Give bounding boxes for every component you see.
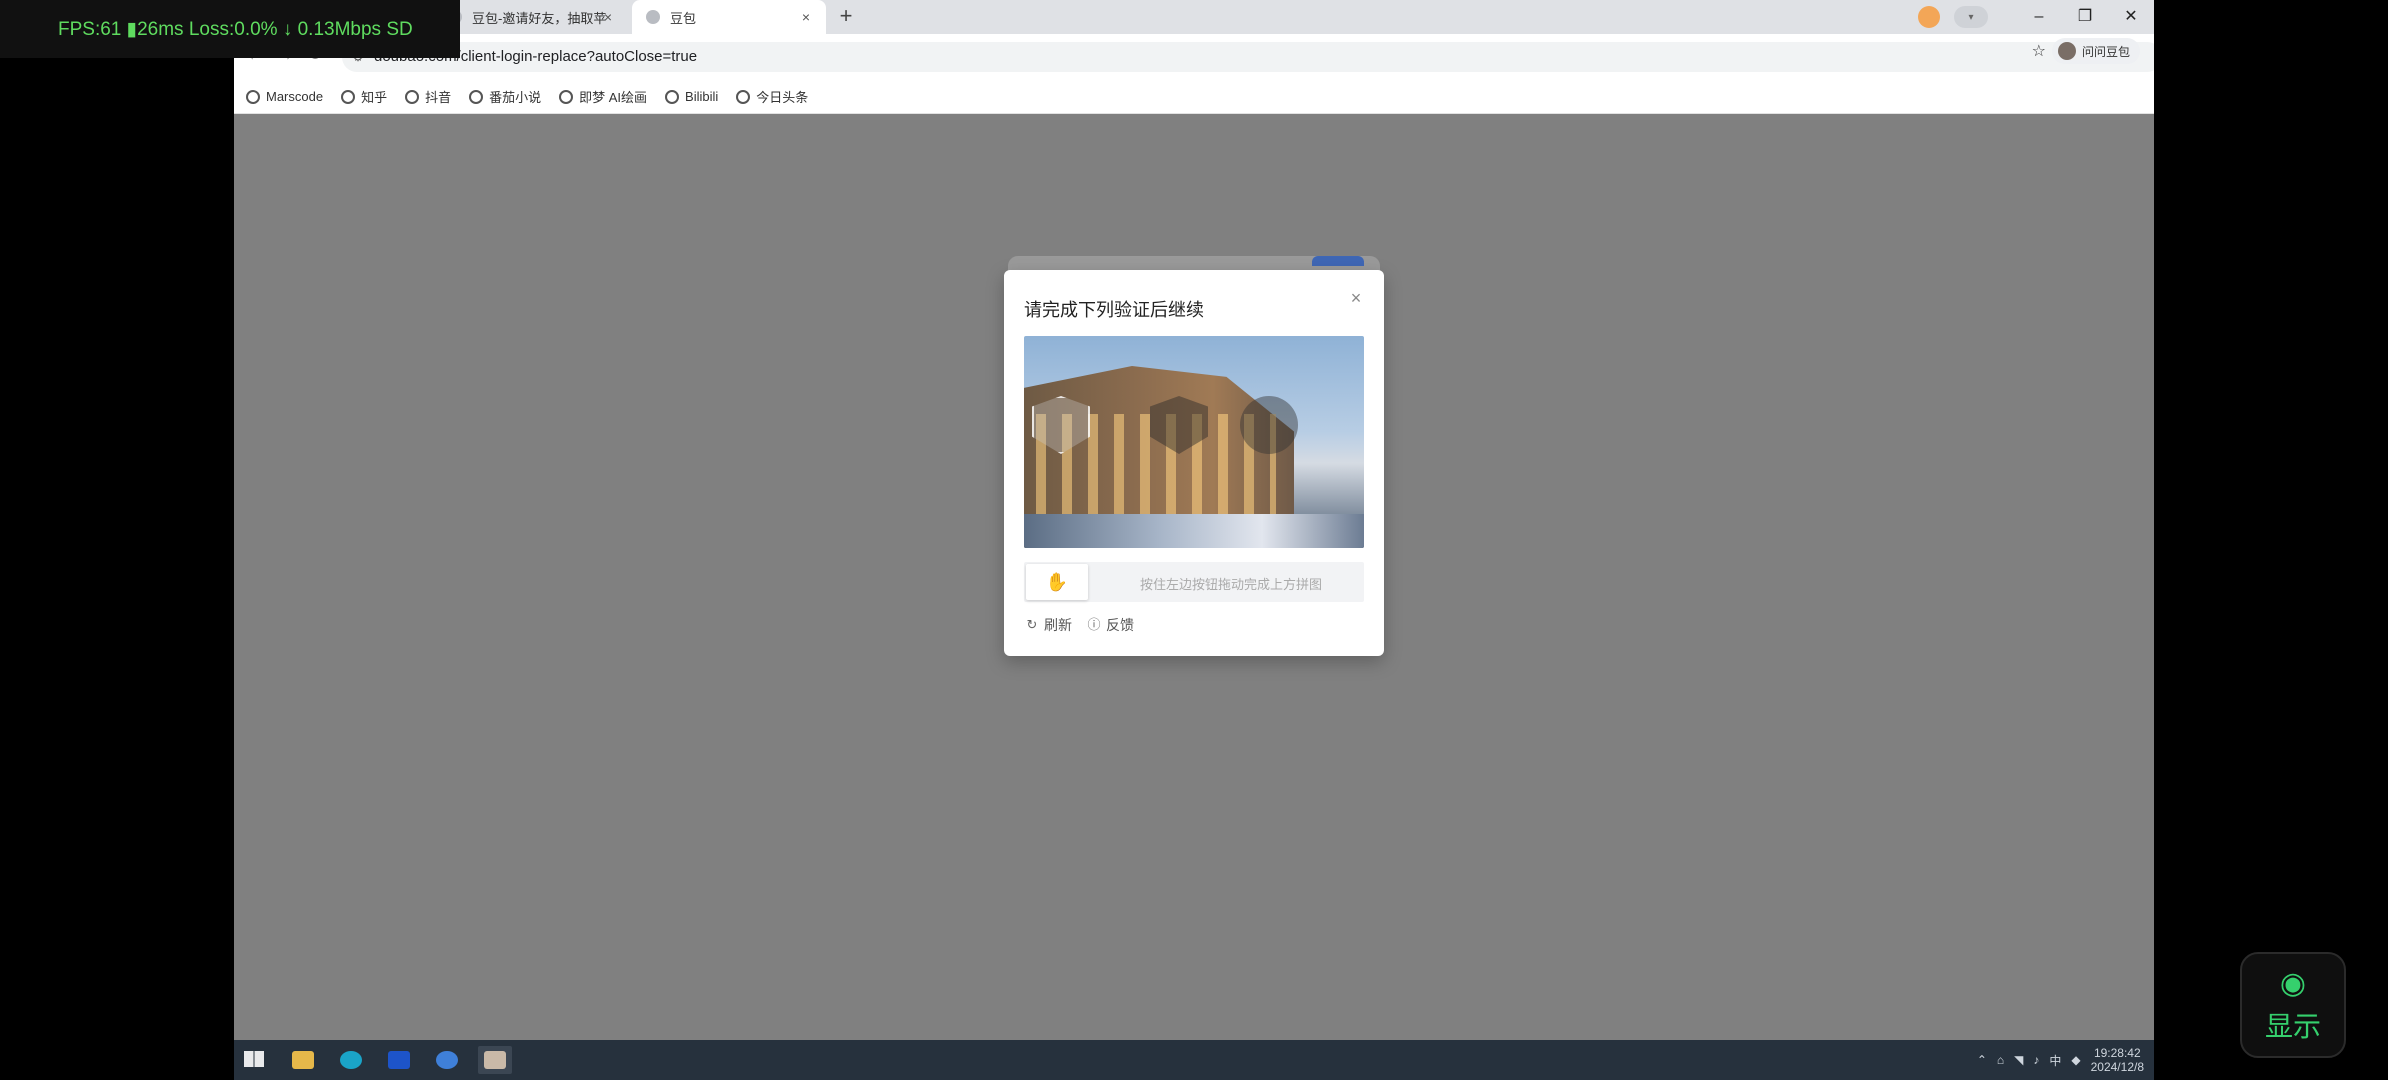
- globe-icon: [246, 89, 260, 104]
- stats-text: FPS:61 ▮26ms Loss:0.0% ↓ 0.13Mbps SD: [58, 18, 413, 40]
- refresh-label: 刷新: [1044, 617, 1072, 633]
- tab-strip: 首页 豆包-邀请好友，抽取苹 × 豆包 × + ▾ – ❐ ✕: [234, 0, 2154, 34]
- bookmark-item[interactable]: 抖音: [405, 87, 451, 106]
- close-window-button[interactable]: ✕: [2108, 0, 2154, 34]
- clock-time: 19:28:42: [2093, 1046, 2141, 1060]
- info-icon: ⓘ: [1087, 617, 1101, 632]
- minimize-button[interactable]: –: [2016, 0, 2062, 34]
- volume-icon[interactable]: ♪: [2033, 1053, 2039, 1067]
- bookmark-item[interactable]: 即梦 AI绘画: [559, 87, 647, 106]
- captcha-slider-track[interactable]: ✋ 按住左边按钮拖动完成上方拼图: [1024, 562, 1364, 602]
- refresh-icon: ↻: [1026, 617, 1038, 632]
- globe-icon: [736, 89, 751, 104]
- puzzle-image: [1024, 336, 1364, 548]
- slider-handle[interactable]: ✋: [1026, 564, 1088, 600]
- window-controls: ▾ – ❐ ✕: [1918, 0, 2154, 34]
- globe-icon: [469, 89, 484, 104]
- road-image: [1024, 514, 1364, 548]
- new-tab-button[interactable]: +: [834, 5, 858, 29]
- bookmarks-bar: Marscode 知乎 抖音 番茄小说 即梦 AI绘画 Bilibili 今日头…: [234, 80, 2154, 114]
- chevron-up-icon[interactable]: ⌃: [1977, 1053, 1987, 1067]
- globe-icon: [665, 89, 680, 104]
- modal-actions: ↻ 刷新 ⓘ 反馈: [1024, 615, 1134, 635]
- app-button[interactable]: [430, 1046, 464, 1074]
- round-app-icon: [436, 1051, 458, 1069]
- tab-close-icon[interactable]: ×: [600, 9, 616, 25]
- browser-toolbar: ← → ↻ ⚙ doubao.com/client-login-replace?…: [234, 34, 2154, 80]
- windows-taskbar: ⌃ ⌂ ◥ ♪ 中 ◆ 19:28:42 2024/12/8: [234, 1040, 2154, 1080]
- tab-close-icon[interactable]: ×: [798, 9, 814, 25]
- tab-label: 豆包-邀请好友，抽取苹: [472, 10, 607, 26]
- bookmark-item[interactable]: 知乎: [341, 87, 387, 106]
- bookmark-item[interactable]: Marscode: [246, 89, 323, 104]
- puzzle-decoy-shadow: [1240, 396, 1298, 454]
- captcha-modal: 请完成下列验证后继续 × ✋ 按住左边按钮拖动完成上方拼图 ↻ 刷新 ⓘ 反馈: [1004, 270, 1384, 656]
- doubao-taskbar-button[interactable]: [478, 1046, 512, 1074]
- modal-title: 请完成下列验证后继续: [1024, 300, 1204, 320]
- hidden-card-accent: [1312, 256, 1364, 266]
- tab-doubao[interactable]: 豆包 ×: [632, 0, 826, 34]
- clock-date: 2024/12/8: [2090, 1060, 2144, 1074]
- windows-logo-icon: [244, 1051, 266, 1069]
- app-button[interactable]: [334, 1046, 368, 1074]
- ask-doubao-button[interactable]: 问问豆包: [2051, 38, 2140, 64]
- eye-icon: ◉: [2279, 966, 2307, 1000]
- hexagon-app-icon: [340, 1051, 362, 1069]
- app-button[interactable]: [382, 1046, 416, 1074]
- address-bar[interactable]: ⚙ doubao.com/client-login-replace?autoCl…: [342, 42, 2154, 72]
- stream-viewport: FPS:61 ▮26ms Loss:0.0% ↓ 0.13Mbps SD 首页 …: [0, 0, 2388, 1080]
- show-overlay-button[interactable]: ◉ 显示: [2240, 952, 2346, 1058]
- close-icon[interactable]: ×: [1346, 288, 1366, 308]
- security-icon[interactable]: ◆: [2071, 1053, 2080, 1067]
- globe-icon: [559, 89, 574, 104]
- globe-icon: [405, 89, 420, 104]
- chevron-down-icon: ▾: [1968, 11, 1974, 23]
- blue-app-icon: [388, 1051, 410, 1069]
- profile-button[interactable]: ▾: [1954, 6, 1988, 28]
- file-explorer-button[interactable]: [286, 1046, 320, 1074]
- extension-icon[interactable]: [1918, 6, 1940, 28]
- folder-icon: [292, 1051, 314, 1069]
- clock[interactable]: 19:28:42 2024/12/8: [2091, 1046, 2144, 1074]
- bookmark-item[interactable]: 番茄小说: [469, 87, 541, 106]
- ime-indicator[interactable]: 中: [2049, 1052, 2061, 1069]
- slider-hint: 按住左边按钮拖动完成上方拼图: [1140, 577, 1323, 592]
- feedback-label: 反馈: [1106, 617, 1134, 633]
- restore-button[interactable]: ❐: [2062, 0, 2108, 34]
- wifi-icon[interactable]: ◥: [2014, 1053, 2023, 1067]
- tab-label: 豆包: [670, 10, 697, 26]
- avatar: [2057, 42, 2076, 60]
- refresh-button[interactable]: ↻ 刷新: [1024, 615, 1072, 635]
- doubao-app-icon: [484, 1051, 506, 1069]
- doubao-favicon-icon: [646, 10, 660, 24]
- ask-doubao-label: 问问豆包: [2081, 44, 2130, 59]
- remote-desktop: 首页 豆包-邀请好友，抽取苹 × 豆包 × + ▾ – ❐ ✕: [234, 0, 2154, 1080]
- bookmark-item[interactable]: 今日头条: [736, 87, 808, 106]
- globe-icon: [341, 89, 356, 104]
- bookmark-item[interactable]: Bilibili: [665, 89, 718, 104]
- bookmark-star-icon[interactable]: ☆: [2032, 41, 2046, 61]
- network-icon[interactable]: ⌂: [1997, 1053, 2004, 1067]
- feedback-button[interactable]: ⓘ 反馈: [1086, 615, 1134, 635]
- hand-icon: ✋: [1045, 571, 1069, 592]
- show-label: 显示: [2264, 1010, 2321, 1042]
- tab-doubao-invite[interactable]: 豆包-邀请好友，抽取苹 ×: [434, 0, 628, 34]
- stream-stats: FPS:61 ▮26ms Loss:0.0% ↓ 0.13Mbps SD: [0, 0, 460, 58]
- system-tray: ⌃ ⌂ ◥ ♪ 中 ◆ 19:28:42 2024/12/8: [1977, 1044, 2144, 1076]
- start-button[interactable]: [238, 1046, 272, 1074]
